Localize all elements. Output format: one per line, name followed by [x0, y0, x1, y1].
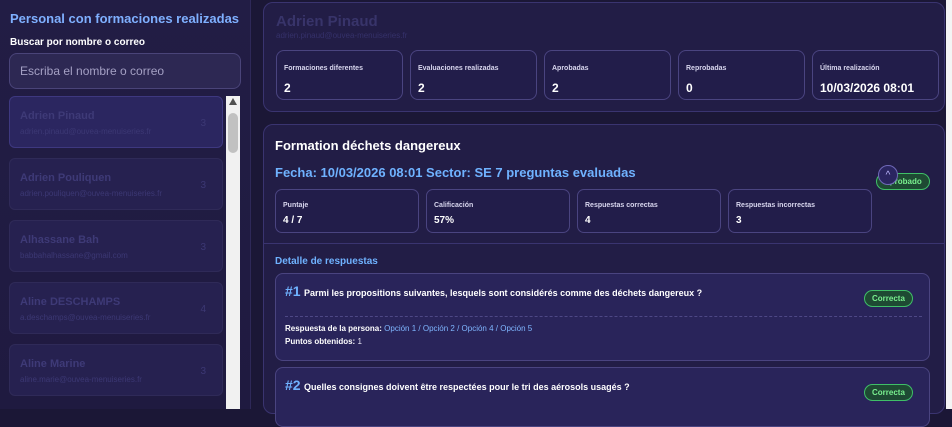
score-label: Respuestas incorrectas: [736, 202, 815, 209]
person-email: adrien.pouliquen@ouvea-menuiseries.fr: [20, 189, 162, 198]
person-email: aline.marie@ouvea-menuiseries.fr: [20, 375, 142, 384]
person-email: babbahalhassane@gmail.com: [20, 251, 128, 260]
person-name: Aline Marine: [20, 358, 86, 370]
stat-card: Aprobadas 2: [544, 50, 671, 100]
person-summary-name: Adrien Pinaud: [276, 13, 378, 30]
stat-card: Última realización 10/03/2026 08:01: [812, 50, 939, 100]
person-email: adrien.pinaud@ouvea-menuiseries.fr: [20, 127, 152, 136]
person-email: a.deschamps@ouvea-menuiseries.fr: [20, 313, 151, 322]
correct-badge: Correcta: [864, 290, 913, 307]
score-label: Respuestas correctas: [585, 202, 658, 209]
scroll-up-arrow-icon[interactable]: [229, 98, 237, 105]
score-value: 4: [585, 215, 591, 226]
score-label: Puntaje: [283, 202, 309, 209]
correct-badge: Correcta: [864, 384, 913, 401]
person-name: Adrien Pouliquen: [20, 172, 112, 184]
scrollbar-thumb[interactable]: [228, 113, 238, 153]
person-summary-email: adrien.pinaud@ouvea-menuiseries.fr: [276, 31, 408, 40]
question-card: #2 Quelles consignes doivent être respec…: [275, 367, 930, 427]
search-input[interactable]: [9, 53, 241, 89]
points-line: Puntos obtenidos: 1: [285, 337, 362, 346]
sidebar-title: Personal con formaciones realizadas: [10, 11, 240, 26]
answer-value: Opción 1 / Opción 2 / Opción 4 / Opción …: [384, 324, 533, 333]
stat-label: Última realización: [820, 65, 880, 72]
stat-value: 0: [686, 81, 693, 95]
answer-label: Respuesta de la persona:: [285, 324, 382, 333]
stat-label: Evaluaciones realizadas: [418, 65, 499, 72]
search-label: Buscar por nombre o correo: [10, 37, 146, 48]
score-card: Respuestas correctas 4: [577, 189, 721, 233]
points-label: Puntos obtenidos:: [285, 337, 356, 346]
sidebar: Personal con formaciones realizadas Busc…: [0, 0, 251, 409]
answers-heading: Detalle de respuestas: [275, 256, 378, 267]
question-divider: [285, 316, 922, 317]
person-count: 3: [200, 242, 206, 253]
person-count: 3: [200, 180, 206, 191]
stat-card: Formaciones diferentes 2: [276, 50, 403, 100]
person-name: Aline DESCHAMPS: [20, 296, 121, 308]
score-value: 3: [736, 215, 742, 226]
stat-value: 2: [552, 81, 559, 95]
question-text: Parmi les propositions suivantes, lesque…: [304, 288, 703, 298]
person-item[interactable]: Alhassane Bah babbahalhassane@gmail.com …: [9, 220, 223, 272]
question-text: Quelles consignes doivent être respectée…: [304, 382, 630, 392]
people-list-scrollbar[interactable]: [226, 96, 240, 409]
person-count: 3: [200, 118, 206, 129]
stat-card: Reprobadas 0: [678, 50, 805, 100]
person-item[interactable]: Aline Marine aline.marie@ouvea-menuiseri…: [9, 344, 223, 396]
person-item[interactable]: Adrien Pouliquen adrien.pouliquen@ouvea-…: [9, 158, 223, 210]
stat-value: 2: [284, 81, 291, 95]
score-label: Calificación: [434, 202, 474, 209]
stat-label: Aprobadas: [552, 65, 589, 72]
stat-label: Reprobadas: [686, 65, 727, 72]
person-item[interactable]: Adrien Pinaud adrien.pinaud@ouvea-menuis…: [9, 96, 223, 148]
people-list: Adrien Pinaud adrien.pinaud@ouvea-menuis…: [9, 96, 225, 409]
person-name: Alhassane Bah: [20, 234, 99, 246]
question-card: #1 Parmi les propositions suivantes, les…: [275, 273, 930, 361]
divider: [264, 243, 944, 244]
formation-panel: Formation déchets dangereux Fecha: 10/03…: [263, 124, 945, 427]
person-name: Adrien Pinaud: [20, 110, 95, 122]
score-value: 4 / 7: [283, 215, 303, 226]
person-count: 4: [200, 304, 206, 315]
question-number: #1: [285, 283, 301, 299]
formation-title: Formation déchets dangereux: [275, 138, 461, 153]
person-summary-panel: Adrien Pinaud adrien.pinaud@ouvea-menuis…: [263, 2, 945, 112]
stat-label: Formaciones diferentes: [284, 65, 363, 72]
stat-value: 10/03/2026 08:01: [820, 81, 915, 95]
person-count: 3: [200, 366, 206, 377]
window-edge: [946, 0, 952, 409]
stat-card: Evaluaciones realizadas 2: [410, 50, 537, 100]
stat-value: 2: [418, 81, 425, 95]
question-number: #2: [285, 377, 301, 393]
answer-line: Respuesta de la persona: Opción 1 / Opci…: [285, 324, 532, 333]
formation-meta: Fecha: 10/03/2026 08:01 Sector: SE 7 pre…: [275, 165, 636, 180]
score-card: Respuestas incorrectas 3: [728, 189, 872, 233]
score-value: 57%: [434, 215, 455, 226]
score-card: Puntaje 4 / 7: [275, 189, 419, 233]
points-value: 1: [357, 337, 362, 346]
collapse-button[interactable]: ^: [878, 165, 898, 185]
person-item[interactable]: Aline DESCHAMPS a.deschamps@ouvea-menuis…: [9, 282, 223, 334]
score-card: Calificación 57%: [426, 189, 570, 233]
